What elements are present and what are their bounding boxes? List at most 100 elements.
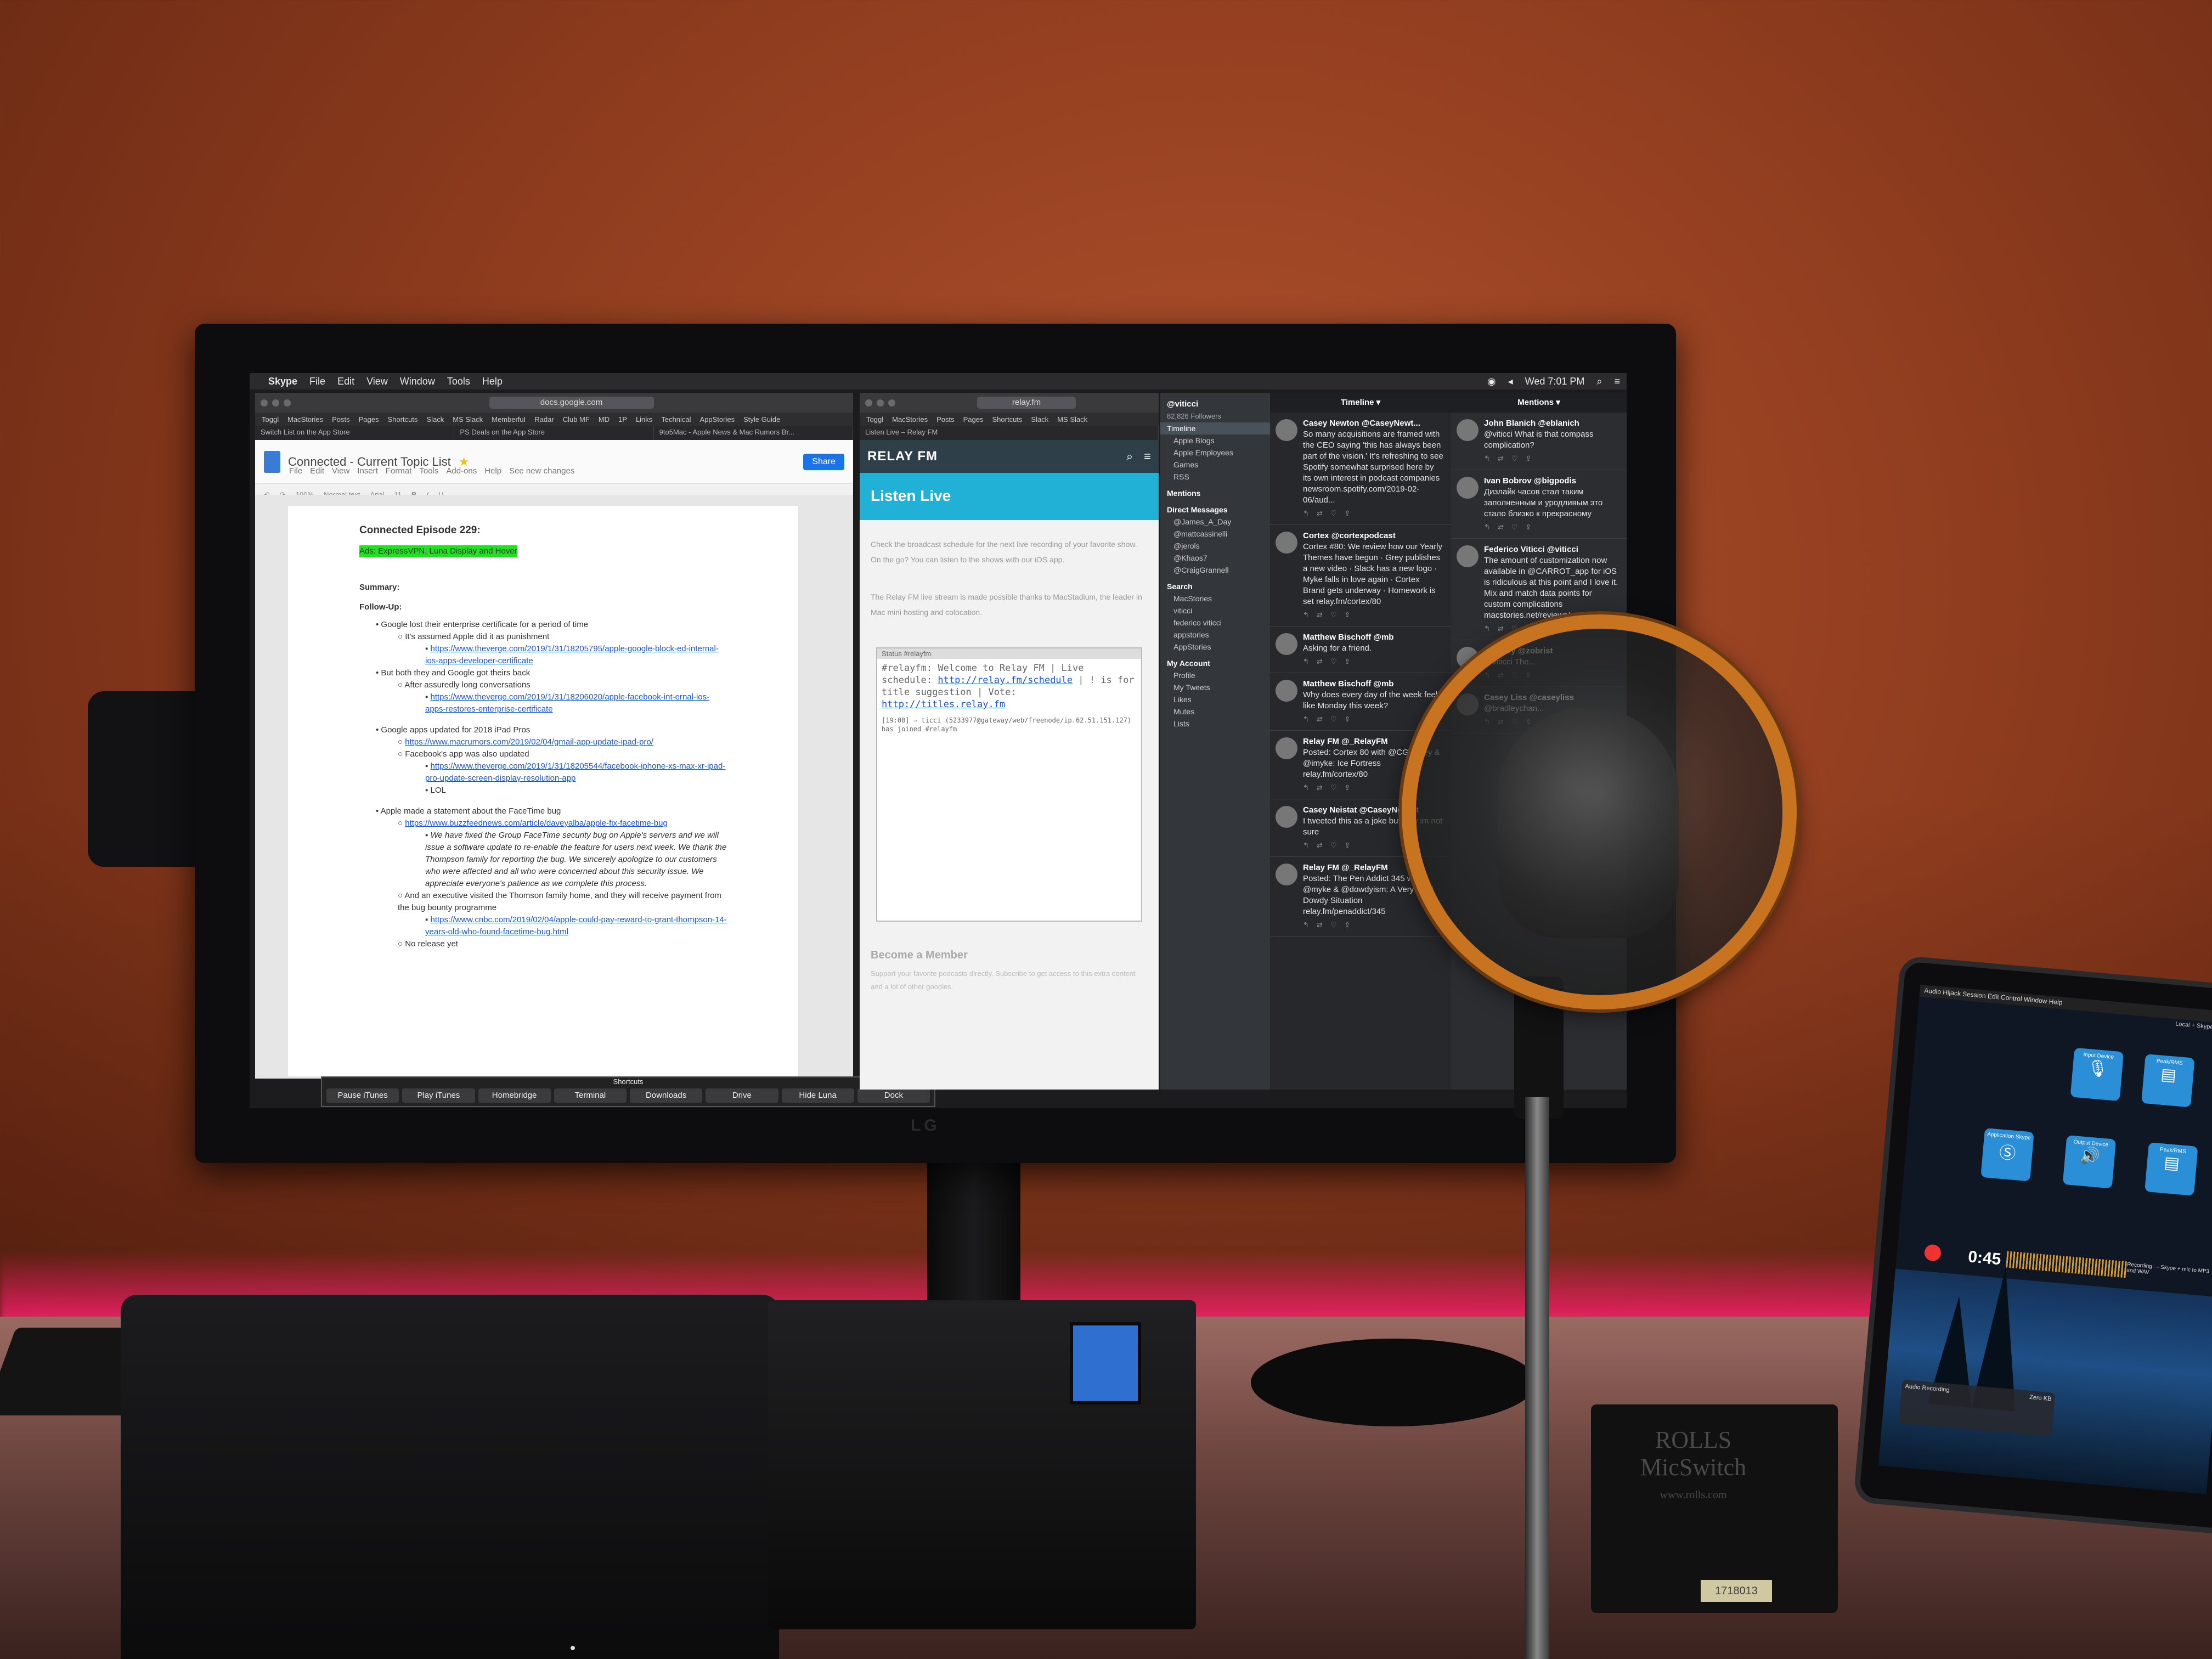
doc-link[interactable]: ▪ https://www.theverge.com/2019/1/31/182… [425, 691, 727, 715]
mentions-column-title[interactable]: Mentions ▾ [1451, 393, 1627, 413]
bookmark[interactable]: Slack [1031, 415, 1048, 424]
irc-chat-embed[interactable]: Status #relayfm #relayfm: Welcome to Rel… [876, 647, 1142, 922]
account-name[interactable]: @viticci [1167, 398, 1263, 410]
docs-menu-insert[interactable]: Insert [357, 466, 378, 476]
docs-menu-tools[interactable]: Tools [419, 466, 438, 476]
bookmark[interactable]: MacStories [892, 415, 928, 424]
retweet-icon[interactable]: ⇄ [1317, 841, 1330, 849]
share-icon[interactable]: ⇪ [1344, 841, 1358, 849]
like-icon[interactable]: ♡ [1330, 657, 1345, 665]
menu-app-name[interactable]: Skype [268, 376, 297, 387]
bookmark[interactable]: MacStories [287, 415, 323, 424]
share-icon[interactable]: ⇪ [1525, 523, 1539, 531]
tweet[interactable]: Ivan Bobrov @bigpodis Дизлайк часов стал … [1451, 470, 1627, 539]
bookmark[interactable]: Radar [534, 415, 554, 424]
irc-tabs[interactable]: Status #relayfm [877, 648, 1141, 659]
avatar[interactable] [1276, 680, 1297, 702]
menu-edit[interactable]: Edit [337, 376, 354, 387]
tweet-author[interactable]: Matthew Bischoff @mb [1303, 679, 1443, 690]
sidebar-item-timeline[interactable]: Timeline [1160, 422, 1270, 435]
sidebar-item-direct-messages[interactable]: Direct Messages [1167, 504, 1263, 516]
avatar[interactable] [1457, 545, 1479, 567]
avatar[interactable] [1276, 864, 1297, 885]
sidebar-item-federico-viticci[interactable]: federico viticci [1167, 617, 1263, 629]
sidebar-item-apple-blogs[interactable]: Apple Blogs [1167, 435, 1263, 447]
sidebar-item-games[interactable]: Games [1167, 459, 1263, 471]
browser-tab[interactable]: Switch List on the App Store [255, 426, 455, 440]
docs-menu-file[interactable]: File [289, 466, 302, 476]
like-icon[interactable]: ♡ [1511, 523, 1526, 531]
retweet-icon[interactable]: ⇄ [1498, 454, 1511, 462]
sidebar-item-mentions[interactable]: Mentions [1167, 487, 1263, 499]
share-icon[interactable]: ⇪ [1344, 509, 1358, 517]
tweet-author[interactable]: Matthew Bischoff @mb [1303, 632, 1443, 643]
share-icon[interactable]: ⇪ [1344, 611, 1358, 619]
sidebar-item-my-tweets[interactable]: My Tweets [1167, 681, 1263, 693]
relay-logo[interactable]: RELAY FM [867, 449, 938, 464]
bookmark[interactable]: MS Slack [453, 415, 483, 424]
retweet-icon[interactable]: ⇄ [1317, 509, 1330, 517]
wifi-icon[interactable]: ◉ [1487, 376, 1496, 387]
like-icon[interactable]: ♡ [1330, 611, 1345, 619]
timeline-column-title[interactable]: Timeline ▾ [1270, 393, 1451, 413]
reply-icon[interactable]: ↰ [1303, 715, 1317, 723]
shortcut-dock-button[interactable]: Dock [857, 1088, 930, 1103]
reply-icon[interactable]: ↰ [1303, 841, 1317, 849]
menu-tools[interactable]: Tools [447, 376, 470, 387]
retweet-icon[interactable]: ⇄ [1498, 624, 1511, 633]
like-icon[interactable]: ♡ [1330, 509, 1345, 517]
doc-line-text[interactable]: https://www.theverge.com/2019/1/31/18205… [425, 644, 719, 665]
sidebar-item-search[interactable]: Search [1167, 580, 1263, 592]
shortcut-terminal-button[interactable]: Terminal [554, 1088, 627, 1103]
bookmark[interactable]: MS Slack [1057, 415, 1087, 424]
doc-link[interactable]: ○ https://www.macrumors.com/2019/02/04/g… [398, 736, 727, 748]
sidebar-item-my-account[interactable]: My Account [1167, 657, 1263, 669]
avatar[interactable] [1276, 419, 1297, 441]
bookmark[interactable]: Posts [936, 415, 955, 424]
docs-menu-help[interactable]: Help [484, 466, 501, 476]
bookmark[interactable]: 1P [618, 415, 627, 424]
avatar[interactable] [1457, 477, 1479, 499]
bookmark[interactable]: Toggl [866, 415, 883, 424]
bookmark[interactable]: Posts [332, 415, 350, 424]
menu-view[interactable]: View [366, 376, 388, 387]
docs-menu-edit[interactable]: Edit [310, 466, 324, 476]
doc-line-text[interactable]: https://www.theverge.com/2019/1/31/18205… [425, 761, 725, 783]
menu-clock[interactable]: Wed 7:01 PM [1525, 376, 1585, 387]
sidebar-item-appstories[interactable]: AppStories [1167, 641, 1263, 653]
tweet-author[interactable]: Ivan Bobrov @bigpodis [1484, 476, 1619, 487]
bookmark[interactable]: Toggl [262, 415, 279, 424]
zoom-button[interactable] [888, 399, 895, 407]
browser-tab[interactable]: Listen Live – Relay FM [860, 426, 1159, 440]
close-button[interactable] [261, 399, 268, 407]
reply-icon[interactable]: ↰ [1303, 921, 1317, 929]
recorder-widget[interactable]: Audio Recording Zero KB [1898, 1379, 2056, 1437]
peak-rms-node[interactable]: Peak/RMS ▤ [2145, 1142, 2198, 1196]
bookmark[interactable]: Shortcuts [388, 415, 418, 424]
address-bar[interactable]: docs.google.com [489, 397, 654, 409]
bookmark[interactable]: Slack [426, 415, 444, 424]
doc-link[interactable]: ○ https://www.buzzfeednews.com/article/d… [398, 817, 727, 830]
record-button[interactable] [1923, 1244, 1942, 1262]
like-icon[interactable]: ♡ [1330, 715, 1345, 723]
sidebar-item-james-a-day[interactable]: @James_A_Day [1167, 516, 1263, 528]
tweet-author[interactable]: Casey Newton @CaseyNewt... [1303, 418, 1443, 429]
bookmark[interactable]: MD [599, 415, 610, 424]
irc-titles-link[interactable]: http://titles.relay.fm [882, 699, 1005, 710]
minimize-button[interactable] [877, 399, 884, 407]
menu-list-icon[interactable]: ≡ [1614, 376, 1620, 387]
reply-icon[interactable]: ↰ [1303, 611, 1317, 619]
document-page[interactable]: Connected Episode 229: Ads: ExpressVPN, … [288, 506, 798, 1076]
input-device-node[interactable]: Input Device 🎙 [2070, 1047, 2124, 1102]
menu-file[interactable]: File [309, 376, 325, 387]
retweet-icon[interactable]: ⇄ [1317, 611, 1330, 619]
zoom-button[interactable] [284, 399, 291, 407]
shortcut-play-itunes-button[interactable]: Play iTunes [402, 1088, 475, 1103]
like-icon[interactable]: ♡ [1330, 783, 1345, 792]
retweet-icon[interactable]: ⇄ [1317, 921, 1330, 929]
shortcut-pause-itunes-button[interactable]: Pause iTunes [326, 1088, 399, 1103]
bookmark[interactable]: AppStories [700, 415, 735, 424]
sidebar-item-profile[interactable]: Profile [1167, 669, 1263, 681]
output-device-node[interactable]: Output Device 🔊 [2062, 1135, 2117, 1189]
doc-link[interactable]: ▪ https://www.theverge.com/2019/1/31/182… [425, 643, 727, 667]
